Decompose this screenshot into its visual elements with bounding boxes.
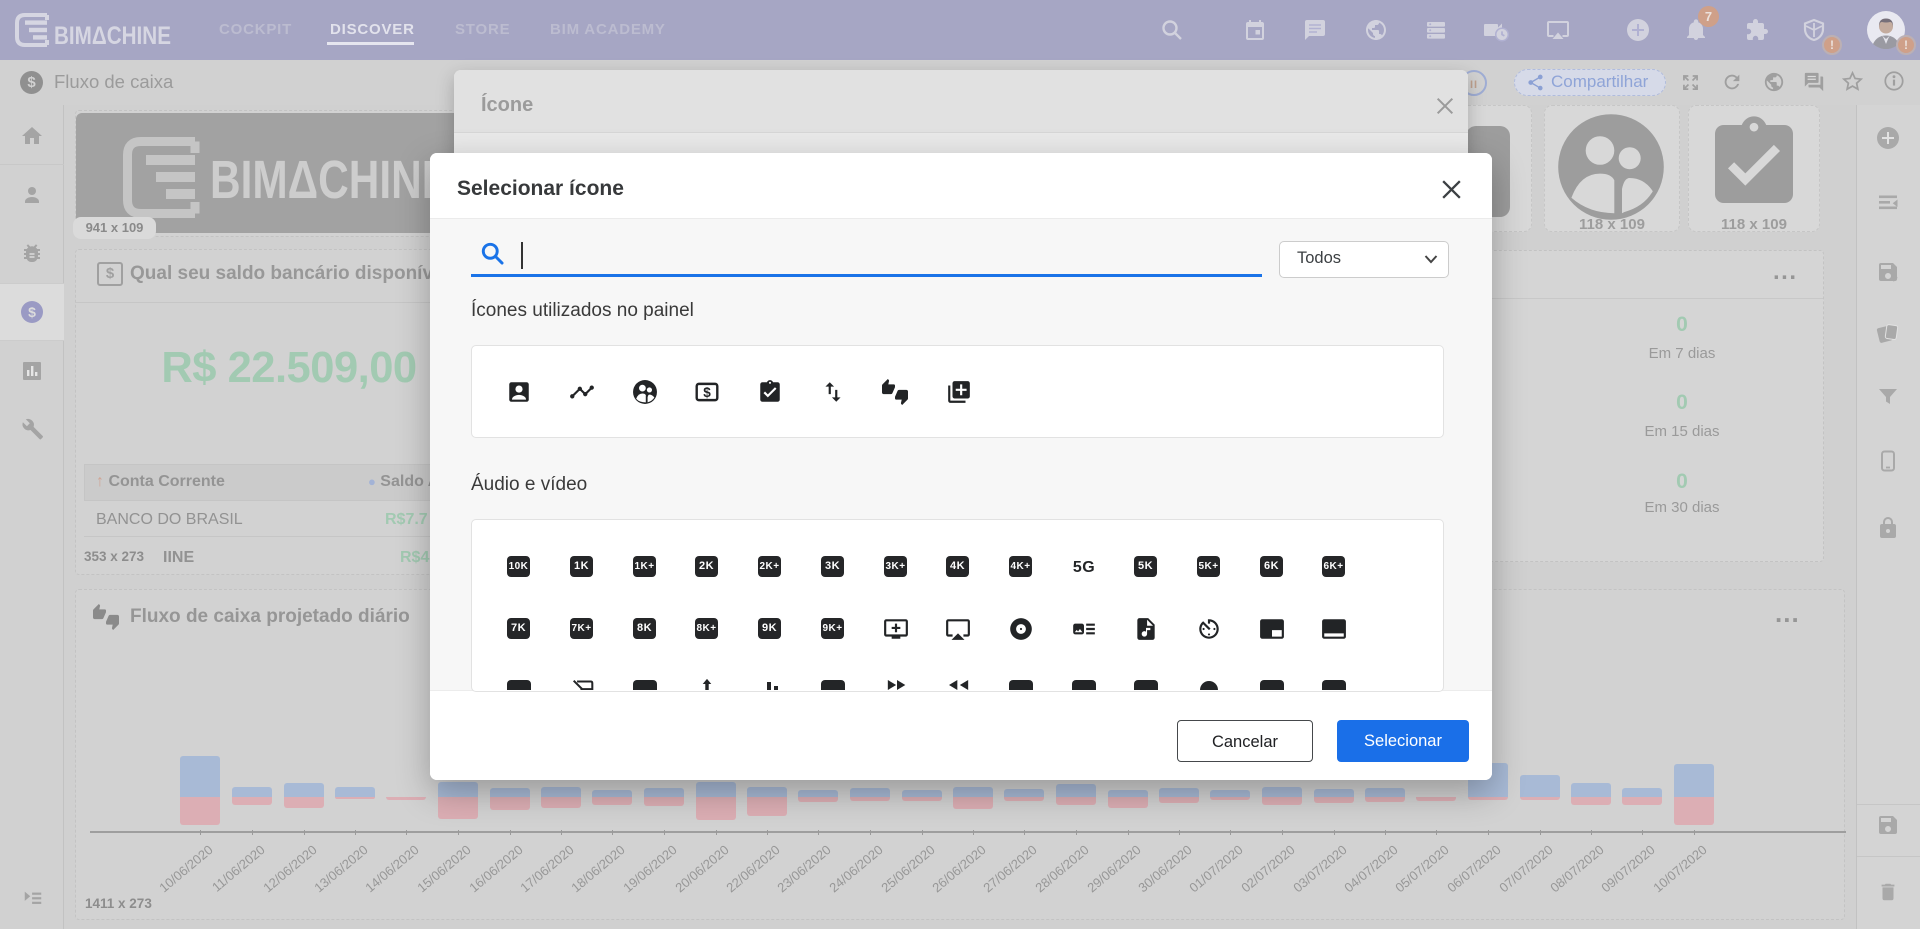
- svg-text:BIMΔCHINE: BIMΔCHINE: [54, 22, 171, 47]
- svg-text:BIMΔCHINE: BIMΔCHINE: [210, 150, 450, 210]
- svg-text:$: $: [28, 304, 36, 320]
- svg-text:$: $: [703, 385, 711, 400]
